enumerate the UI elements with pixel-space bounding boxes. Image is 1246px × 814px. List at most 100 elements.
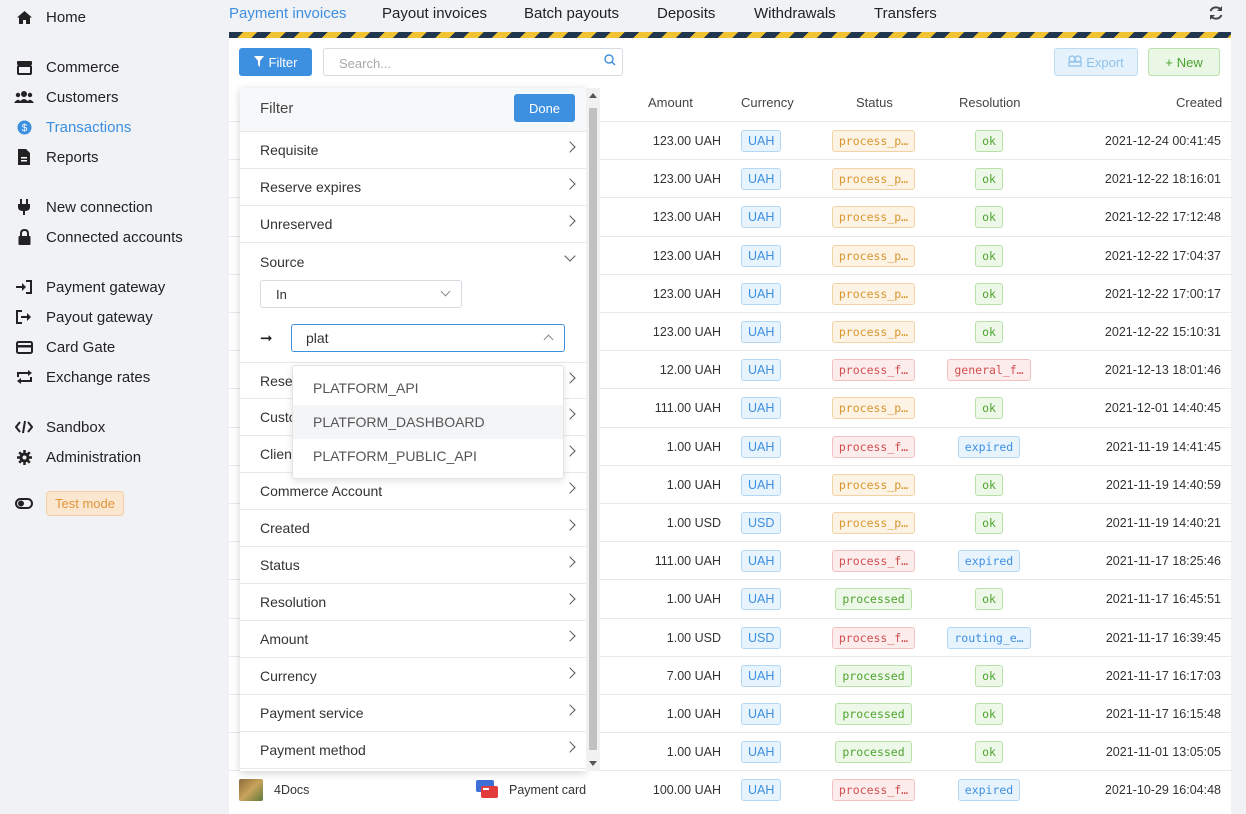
sidebar-item-home[interactable]: Home — [14, 5, 86, 29]
tab-batch-payouts[interactable]: Batch payouts — [524, 5, 619, 22]
cell-resolution: expired — [941, 771, 1037, 809]
chevron-right-icon — [564, 704, 576, 716]
resolution-badge: ok — [975, 206, 1003, 229]
svg-text:$: $ — [21, 123, 27, 134]
tab-payout-invoices[interactable]: Payout invoices — [382, 5, 487, 22]
cell-amount: 111.00 UAH — [654, 401, 721, 416]
filter-button[interactable]: Filter — [239, 48, 312, 76]
suggestion-item[interactable]: PLATFORM_PUBLIC_API — [293, 439, 563, 473]
tab-payment-invoices[interactable]: Payment invoices — [229, 5, 347, 22]
refresh-icon[interactable] — [1208, 5, 1224, 26]
cell-created: 2021-11-17 16:15:48 — [1105, 707, 1221, 721]
cell-currency: UAH — [741, 771, 782, 809]
source-operator-value: In — [276, 287, 287, 302]
cell-status: process_f… — [826, 542, 921, 580]
sidebar-item-exchange-rates[interactable]: Exchange rates — [14, 365, 150, 389]
chevron-right-icon — [564, 141, 576, 153]
sidebar-item-payment-gateway[interactable]: Payment gateway — [14, 275, 165, 299]
scroll-thumb[interactable] — [589, 108, 597, 750]
source-value-input[interactable]: plat — [291, 324, 565, 352]
suggestion-item[interactable]: PLATFORM_API — [293, 371, 563, 405]
column-header-created[interactable]: Created — [1176, 95, 1222, 110]
sidebar-item-sandbox[interactable]: Sandbox — [14, 415, 105, 439]
cell-amount: 123.00 UAH — [652, 172, 721, 187]
sidebar-item-commerce[interactable]: Commerce — [14, 55, 119, 79]
sidebar-item-customers[interactable]: Customers — [14, 85, 119, 109]
filter-item-payment-method[interactable]: Payment method — [240, 732, 586, 769]
column-header-status[interactable]: Status — [856, 95, 893, 110]
currency-badge: UAH — [741, 206, 782, 229]
suggestion-item[interactable]: PLATFORM_DASHBOARD — [293, 405, 563, 439]
filter-item-currency[interactable]: Currency — [240, 658, 586, 695]
filter-item-created[interactable]: Created — [240, 510, 586, 547]
source-value-text: plat — [306, 330, 329, 346]
status-badge: process_f… — [831, 359, 916, 382]
cell-resolution: ok — [941, 733, 1037, 771]
tab-deposits[interactable]: Deposits — [657, 5, 715, 22]
status-badge: process_p… — [831, 130, 916, 152]
filter-item-reserve-expires[interactable]: Reserve expires — [240, 169, 586, 206]
filter-item-label: Payment method — [260, 742, 366, 758]
commerce-logo — [239, 779, 263, 802]
filter-item-unreserved[interactable]: Unreserved — [240, 206, 586, 243]
column-header-amount[interactable]: Amount — [648, 95, 693, 110]
test-mode-toggle[interactable] — [14, 491, 46, 515]
resolution-badge: ok — [975, 703, 1003, 725]
filter-scrollbar[interactable] — [586, 88, 600, 771]
filter-item-label: Created — [260, 520, 310, 536]
test-mode-badge[interactable]: Test mode — [46, 491, 124, 516]
cell-amount: 1.00 UAH — [666, 477, 721, 492]
sign-in-icon — [14, 277, 34, 297]
cell-amount: 111.00 UAH — [654, 554, 721, 569]
export-icon — [1068, 54, 1082, 70]
tab-transfers[interactable]: Transfers — [874, 5, 937, 22]
cell-created: 2021-11-17 18:25:46 — [1105, 554, 1221, 569]
sidebar-item-label: Customers — [46, 88, 119, 106]
cell-resolution: routing_e… — [941, 619, 1037, 657]
cell-currency: UAH — [741, 122, 782, 160]
sidebar-item-reports[interactable]: Reports — [14, 145, 99, 169]
cell-amount: 123.00 UAH — [652, 134, 721, 148]
cell-status: processed — [826, 580, 921, 618]
filter-item-status[interactable]: Status — [240, 547, 586, 584]
column-header-resolution[interactable]: Resolution — [959, 95, 1020, 110]
resolution-badge: routing_e… — [947, 626, 1031, 649]
filter-item-payment-service[interactable]: Payment service — [240, 695, 586, 732]
cell-currency: UAH — [741, 313, 782, 351]
filter-item-source[interactable]: Source — [240, 243, 586, 280]
cell-amount: 123.00 UAH — [652, 286, 721, 301]
cell-created: 2021-10-29 16:04:48 — [1104, 783, 1221, 798]
sidebar-item-label: Administration — [46, 448, 142, 466]
filter-item-amount[interactable]: Amount — [240, 621, 586, 658]
currency-badge: UAH — [741, 435, 782, 458]
cell-amount: 1.00 UAH — [666, 439, 721, 454]
cell-amount: 1.00 UAH — [666, 707, 721, 721]
sidebar-item-transactions[interactable]: $ Transactions — [14, 115, 131, 139]
cell-status: processed — [826, 695, 921, 733]
done-button[interactable]: Done — [514, 94, 575, 122]
filter-item-resolution[interactable]: Resolution — [240, 584, 586, 621]
sidebar-item-card-gate[interactable]: Card Gate — [14, 335, 115, 359]
column-header-currency[interactable]: Currency — [741, 95, 794, 110]
scroll-down-icon[interactable] — [589, 761, 597, 766]
source-operator-select[interactable]: In — [260, 280, 462, 308]
chevron-right-icon — [564, 593, 576, 605]
new-button[interactable]: + New — [1148, 48, 1220, 76]
sidebar-item-label: Home — [46, 8, 87, 26]
filter-item-requisite[interactable]: Requisite — [240, 132, 586, 169]
export-button[interactable]: Export — [1054, 48, 1138, 76]
status-badge: process_p… — [831, 397, 916, 420]
cell-created: 2021-11-19 14:40:21 — [1105, 516, 1221, 530]
sidebar-item-connected-accounts[interactable]: Connected accounts — [14, 225, 183, 249]
sidebar-item-payout-gateway[interactable]: Payout gateway — [14, 305, 153, 329]
status-badge: processed — [835, 741, 912, 764]
table-row[interactable]: 4Docs Payment card 100.00 UAH UAH process_f…… — [229, 770, 1231, 808]
sidebar-item-new-connection[interactable]: New connection — [14, 195, 153, 219]
tab-withdrawals[interactable]: Withdrawals — [754, 5, 836, 22]
status-badge: process_p… — [831, 321, 916, 343]
search-input[interactable]: Search... — [323, 48, 623, 76]
chevron-right-icon — [564, 372, 576, 384]
code-icon — [14, 417, 34, 437]
sidebar-item-administration[interactable]: Administration — [14, 445, 141, 469]
scroll-up-icon[interactable] — [589, 93, 597, 98]
